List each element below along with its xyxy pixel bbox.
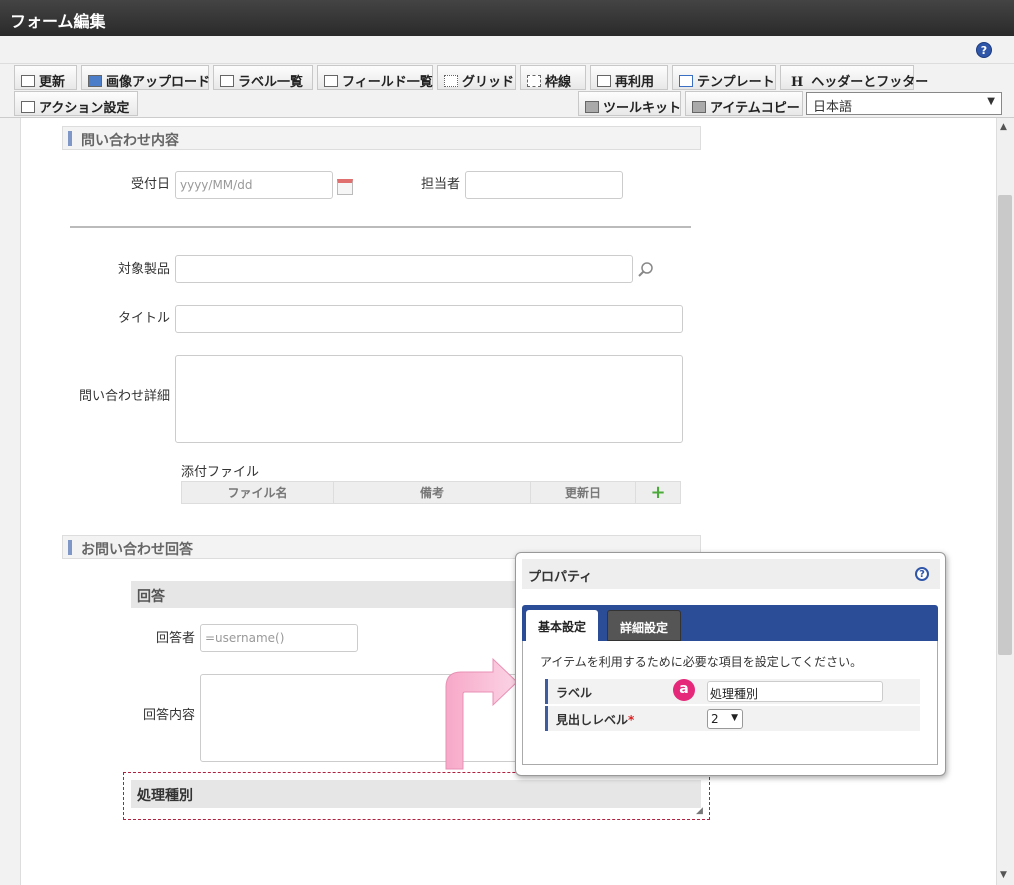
- attachments-label: 添付ファイル: [180, 465, 259, 480]
- scroll-down-icon[interactable]: ▼: [1000, 870, 1007, 880]
- header-footer-label: ヘッダーとフッター: [811, 75, 929, 90]
- help-icon[interactable]: ?: [915, 567, 929, 581]
- answer-content-label: 回答内容: [142, 708, 195, 723]
- properties-description: アイテムを利用するために必要な項目を設定してください。: [540, 655, 863, 669]
- heading-level-select[interactable]: 2 ▼: [707, 709, 743, 729]
- prop-row-label: ラベル 処理種別: [545, 679, 920, 705]
- update-button[interactable]: 更新: [14, 65, 77, 90]
- update-icon: [21, 75, 35, 87]
- label-input[interactable]: 処理種別: [707, 681, 883, 702]
- add-icon[interactable]: +: [635, 481, 681, 504]
- action-settings-label: アクション設定: [39, 101, 130, 116]
- title-label: タイトル: [117, 311, 170, 326]
- tab-basic-settings[interactable]: 基本設定: [526, 610, 599, 641]
- help-icon[interactable]: ?: [976, 42, 992, 58]
- properties-panel: アイテムを利用するために必要な項目を設定してください。 ラベル 処理種別 見出し…: [522, 641, 938, 765]
- product-label: 対象製品: [117, 262, 170, 277]
- reuse-button[interactable]: 再利用: [590, 65, 668, 90]
- document-icon: [597, 75, 611, 87]
- item-copy-label: アイテムコピー: [710, 101, 800, 116]
- border-button[interactable]: 枠線: [520, 65, 586, 90]
- chevron-down-icon: ▼: [731, 713, 738, 723]
- properties-title: プロパティ: [528, 570, 593, 585]
- action-settings-button[interactable]: アクション設定: [14, 91, 138, 116]
- label-list-label: ラベル一覧: [238, 75, 304, 90]
- required-mark: *: [628, 713, 635, 727]
- prop-heading-level-key: 見出しレベル*: [545, 706, 700, 731]
- toolkit-icon: [692, 101, 706, 113]
- responder-input[interactable]: =username(): [200, 624, 358, 652]
- pointer-arrow-icon: [445, 657, 518, 770]
- border-icon: [527, 75, 541, 87]
- template-label: テンプレート: [697, 75, 775, 90]
- product-input[interactable]: [175, 255, 633, 283]
- action-icon: [21, 101, 35, 113]
- section-header: 問い合わせ内容: [62, 126, 701, 150]
- left-gutter: [0, 118, 21, 885]
- grid-icon: [444, 75, 458, 87]
- responder-label: 回答者: [155, 631, 195, 646]
- label-list-button[interactable]: ラベル一覧: [213, 65, 313, 90]
- item-copy-button[interactable]: アイテムコピー: [685, 91, 803, 116]
- scroll-up-icon[interactable]: ▲: [1000, 122, 1007, 132]
- grid-label: グリッド: [462, 75, 515, 90]
- update-label: 更新: [39, 75, 66, 90]
- toolkit-icon: [585, 101, 599, 113]
- properties-dialog: プロパティ ? 基本設定 詳細設定 アイテムを利用するために必要な項目を設定して…: [515, 552, 946, 776]
- field-list-label: フィールド一覧: [342, 75, 433, 90]
- language-select[interactable]: 日本語 ▼: [806, 92, 1002, 115]
- window-title: フォーム編集: [0, 0, 1014, 36]
- image-upload-label: 画像アップロード: [106, 75, 211, 90]
- image-icon: [88, 75, 102, 87]
- toolkit-label: ツールキット: [603, 101, 682, 116]
- attachments-table: ファイル名 備考 更新日 +: [181, 481, 681, 504]
- header-footer-button[interactable]: H ヘッダーとフッター: [780, 65, 928, 90]
- selected-item-heading[interactable]: 処理種別: [131, 780, 701, 808]
- heading-level-value: 2: [711, 712, 719, 726]
- border-label: 枠線: [545, 75, 572, 90]
- received-date-input[interactable]: yyyy/MM/dd: [175, 171, 333, 199]
- details-label: 問い合わせ詳細: [78, 389, 170, 404]
- attach-col-filename: ファイル名: [181, 481, 334, 504]
- template-icon: [679, 75, 693, 87]
- attach-col-updated: 更新日: [530, 481, 636, 504]
- language-value: 日本語: [813, 100, 853, 115]
- properties-tabs: 基本設定 詳細設定: [522, 605, 938, 641]
- help-bar: ?: [0, 36, 1014, 64]
- list-icon: [220, 75, 234, 87]
- resize-handle-icon[interactable]: ◢: [696, 806, 703, 816]
- field-list-button[interactable]: フィールド一覧: [317, 65, 433, 90]
- search-icon[interactable]: [638, 262, 654, 278]
- header-icon: H: [791, 75, 804, 90]
- grid-button[interactable]: グリッド: [437, 65, 516, 90]
- assignee-input[interactable]: [465, 171, 623, 199]
- received-date-label: 受付日: [130, 177, 170, 192]
- tab-advanced-settings[interactable]: 詳細設定: [607, 610, 682, 641]
- title-input[interactable]: [175, 305, 683, 333]
- image-upload-button[interactable]: 画像アップロード: [81, 65, 211, 90]
- template-button[interactable]: テンプレート: [672, 65, 776, 90]
- scrollbar-thumb[interactable]: [998, 195, 1012, 655]
- properties-title-bar: プロパティ ?: [522, 559, 940, 589]
- list-icon: [324, 75, 338, 87]
- assignee-label: 担当者: [420, 177, 460, 192]
- chevron-down-icon: ▼: [987, 96, 995, 107]
- attach-col-notes: 備考: [333, 481, 531, 504]
- callout-badge: a: [673, 679, 695, 701]
- heading-level-key-text: 見出しレベル: [556, 713, 629, 727]
- calendar-icon[interactable]: [337, 179, 353, 195]
- divider: [70, 226, 691, 228]
- prop-row-heading-level: 見出しレベル* 2 ▼: [545, 706, 920, 732]
- reuse-label: 再利用: [615, 75, 655, 90]
- details-textarea[interactable]: [175, 355, 683, 443]
- toolkit-button[interactable]: ツールキット: [578, 91, 681, 116]
